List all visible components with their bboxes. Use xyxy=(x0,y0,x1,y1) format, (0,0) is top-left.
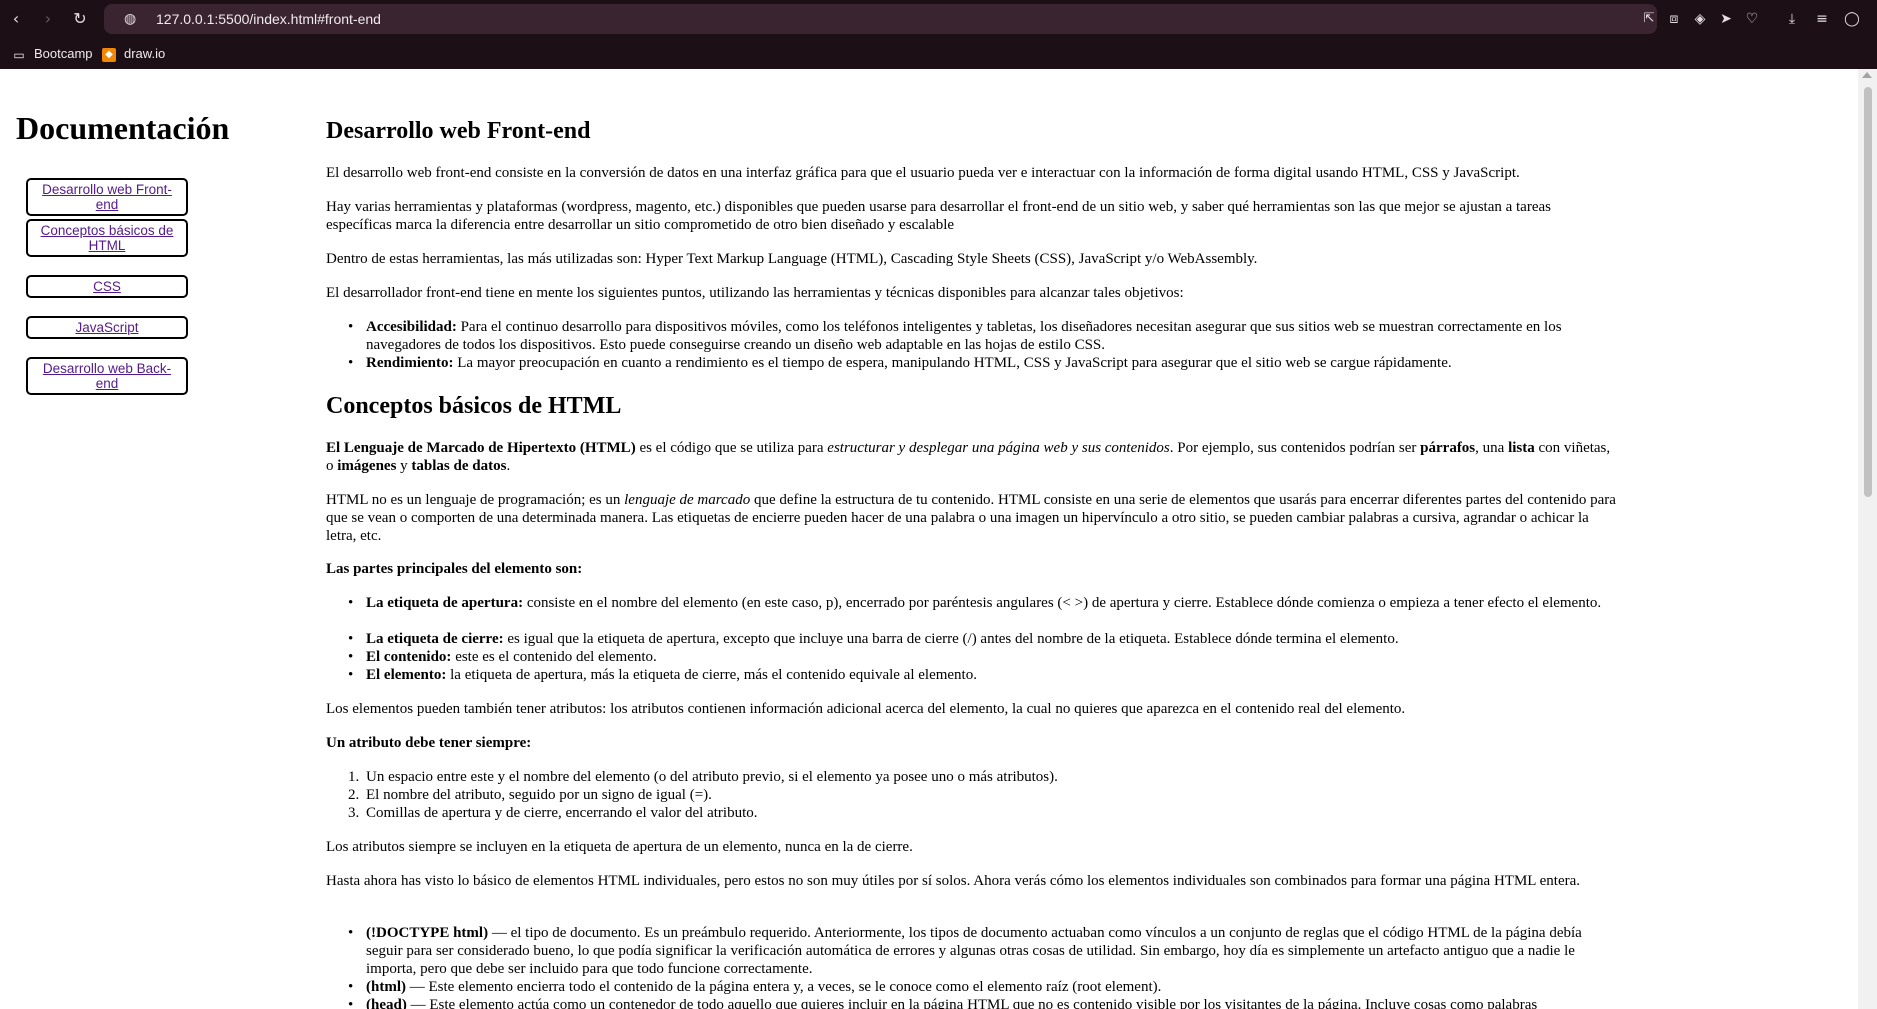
folder-icon: ▭ xyxy=(13,47,25,62)
list-item-term: (html) xyxy=(366,979,406,995)
list-number: 1. xyxy=(348,769,360,785)
sidebar-title: Documentación xyxy=(16,110,230,146)
paragraph: El desarrollador front-end tiene en ment… xyxy=(326,285,1184,301)
menu-icon[interactable]: ≡ xyxy=(1812,9,1832,29)
paragraph: El Lenguaje de Marcado de Hipertexto (HT… xyxy=(326,439,1620,475)
text: . Por ejemplo, sus contenidos podrían se… xyxy=(1169,440,1421,456)
list-item: La etiqueta de apertura: consiste en el … xyxy=(348,594,1620,612)
list-item-text: La mayor preocupación en cuanto a rendim… xyxy=(453,355,1452,371)
browser-chrome: ‹ › ↻ ◍ 127.0.0.1:5500/index.html#front-… xyxy=(0,0,1877,69)
list-item-term: El contenido: xyxy=(366,649,452,665)
list-item: La etiqueta de cierre: es igual que la e… xyxy=(348,630,1620,648)
list-item-text: es igual que la etiqueta de apertura, ex… xyxy=(503,631,1399,647)
list-item-text: este es el contenido del elemento. xyxy=(451,649,657,665)
paragraph: Los atributos siempre se incluyen en la … xyxy=(326,839,913,855)
list-item-text: consiste en el nombre del elemento (en e… xyxy=(523,595,1602,611)
italic-text: lenguaje de marcado xyxy=(624,492,751,508)
list-number: 2. xyxy=(348,787,360,803)
list-item-text: — Este elemento encierra todo el conteni… xyxy=(406,979,1162,995)
list-item-text: la etiqueta de apertura, más la etiqueta… xyxy=(446,667,977,683)
bookmark-bootcamp[interactable]: ▭ Bootcamp xyxy=(12,44,93,64)
back-icon[interactable]: ‹ xyxy=(6,9,26,29)
list-item-text: — Este elemento actúa como un contenedor… xyxy=(406,997,1538,1009)
bookmark-drawio[interactable]: ◆ draw.io xyxy=(102,44,165,64)
text: , una xyxy=(1475,440,1509,456)
section-heading-html: Conceptos básicos de HTML xyxy=(326,393,622,419)
paragraph: Los elementos pueden también tener atrib… xyxy=(326,701,1406,717)
screenshot-icon[interactable]: ⧈ xyxy=(1664,9,1684,29)
scroll-up-arrow-icon[interactable] xyxy=(1862,72,1872,78)
send-icon[interactable]: ➤ xyxy=(1716,9,1736,29)
list-item-term: (head) xyxy=(366,997,407,1009)
ordered-list-item: 1. Un espacio entre este y el nombre del … xyxy=(348,768,1620,786)
list-item-term: La etiqueta de apertura: xyxy=(366,595,524,611)
subheading: Un atributo debe tener siempre: xyxy=(326,735,532,751)
list-item: (!DOCTYPE html) — el tipo de documento. … xyxy=(348,924,1620,978)
nav-link-back-end[interactable]: Desarrollo web Back-end xyxy=(26,357,188,395)
text: es el código que se utiliza para xyxy=(635,440,828,456)
bold-text: imágenes xyxy=(337,458,397,474)
list-number: 3. xyxy=(348,805,360,821)
download-icon[interactable]: ⤓ xyxy=(1782,9,1802,29)
list-item-text: — el tipo de documento. Es un preámbulo … xyxy=(366,925,1582,977)
url-text[interactable]: 127.0.0.1:5500/index.html#front-end xyxy=(156,10,381,28)
globe-icon: ◍ xyxy=(124,11,137,27)
italic-text: estructurar y desplegar una página web y… xyxy=(827,440,1170,456)
paragraph: HTML no es un lenguaje de programación; … xyxy=(326,491,1620,545)
drawio-icon: ◆ xyxy=(102,47,116,62)
page-scrollbar[interactable] xyxy=(1858,69,1877,1009)
subheading: Las partes principales del elemento son: xyxy=(326,561,583,577)
bookmark-label: draw.io xyxy=(124,46,166,61)
list-item: El contenido: este es el contenido del e… xyxy=(348,648,1620,666)
scrollbar-thumb[interactable] xyxy=(1864,87,1872,497)
bold-text: lista xyxy=(1508,440,1535,456)
list-item: El elemento: la etiqueta de apertura, má… xyxy=(348,666,1620,684)
list-item-text: Para el continuo desarrollo para disposi… xyxy=(366,319,1562,353)
ordered-list-item: 3. Comillas de apertura y de cierre, ence… xyxy=(348,804,1620,822)
nav-link-front-end[interactable]: Desarrollo web Front-end xyxy=(26,178,188,216)
list-item-text: Un espacio entre este y el nombre del el… xyxy=(366,769,1058,785)
section-heading-front-end: Desarrollo web Front-end xyxy=(326,118,591,144)
bookmark-label: Bootcamp xyxy=(34,46,93,61)
nav-link-html[interactable]: Conceptos básicos de HTML xyxy=(26,219,188,257)
text: . xyxy=(506,458,511,474)
list-item: (head) — Este elemento actúa como un con… xyxy=(348,996,1620,1009)
bold-text: tablas de datos xyxy=(411,458,507,474)
list-item-term: (!DOCTYPE html) xyxy=(366,925,489,941)
nav-bar: Documentación Desarrollo web Front-end C… xyxy=(0,69,260,1009)
list-item-text: El nombre del atributo, seguido por un s… xyxy=(366,787,712,803)
url-bar[interactable]: ◍ 127.0.0.1:5500/index.html#front-end ⇱ xyxy=(104,4,1657,34)
list-item: Accesibilidad: Para el continuo desarrol… xyxy=(348,318,1620,354)
list-item-term: Accesibilidad: xyxy=(366,319,457,335)
account-icon[interactable]: ◯ xyxy=(1842,9,1862,29)
bold-text: El Lenguaje de Marcado de Hipertexto (HT… xyxy=(326,440,636,456)
list-item-text: Comillas de apertura y de cierre, encerr… xyxy=(366,805,758,821)
share-icon[interactable]: ⇱ xyxy=(1640,10,1658,28)
bookmarks-bar: ▭ Bootcamp ◆ draw.io xyxy=(0,40,1877,69)
pocket-icon[interactable]: ◈ xyxy=(1690,9,1710,29)
list-item-term: Rendimiento: xyxy=(366,355,454,371)
paragraph: Hay varias herramientas y plataformas (w… xyxy=(326,199,1551,233)
address-row: ‹ › ↻ ◍ 127.0.0.1:5500/index.html#front-… xyxy=(0,0,1877,38)
forward-icon[interactable]: › xyxy=(38,9,58,29)
ordered-list-item: 2. El nombre del atributo, seguido por un… xyxy=(348,786,1620,804)
heart-icon[interactable]: ♡ xyxy=(1742,9,1762,29)
list-item-term: El elemento: xyxy=(366,667,447,683)
reload-icon[interactable]: ↻ xyxy=(70,9,90,29)
bold-text: párrafos xyxy=(1420,440,1476,456)
list-item: (html) — Este elemento encierra todo el … xyxy=(348,978,1620,996)
text: y xyxy=(396,458,412,474)
text: HTML no es un lenguaje de programación; … xyxy=(326,492,625,508)
paragraph: Hasta ahora has visto lo básico de eleme… xyxy=(326,873,1581,889)
nav-link-css[interactable]: CSS xyxy=(26,275,188,298)
paragraph: El desarrollo web front-end consiste en … xyxy=(326,165,1520,181)
list-item: Rendimiento: La mayor preocupación en cu… xyxy=(348,354,1620,372)
web-page: Documentación Desarrollo web Front-end C… xyxy=(0,69,1858,1009)
nav-link-javascript[interactable]: JavaScript xyxy=(26,316,188,339)
list-item-term: La etiqueta de cierre: xyxy=(366,631,504,647)
paragraph: Dentro de estas herramientas, las más ut… xyxy=(326,251,1258,267)
